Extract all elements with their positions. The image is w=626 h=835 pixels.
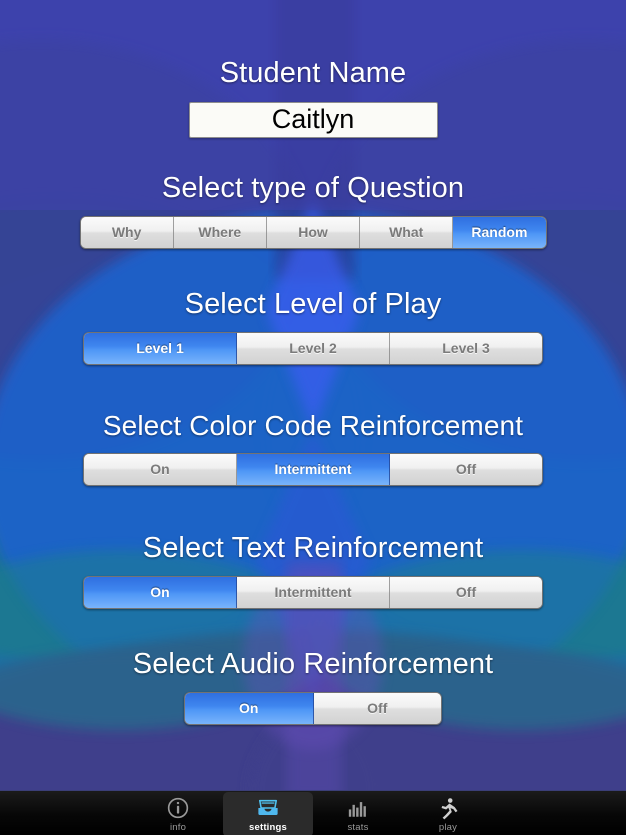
text-reinforcement-segmented-control[interactable]: On Intermittent Off xyxy=(83,575,543,609)
color-code-segmented-control[interactable]: On Intermittent Off xyxy=(83,452,543,486)
bar-chart-icon xyxy=(347,796,369,820)
tab-settings[interactable]: settings xyxy=(223,792,313,835)
section-level-of-play: Select Level of Play Level 1 Level 2 Lev… xyxy=(0,288,626,365)
section-text-reinforcement: Select Text Reinforcement On Intermitten… xyxy=(0,532,626,609)
audio-reinforcement-segmented-control[interactable]: On Off xyxy=(184,691,442,725)
audio-reinforcement-heading: Select Audio Reinforcement xyxy=(132,648,494,680)
segment-audio-on[interactable]: On xyxy=(185,692,314,724)
text-reinforcement-heading: Select Text Reinforcement xyxy=(142,532,484,564)
segment-where[interactable]: Where xyxy=(173,216,267,248)
segment-color-off[interactable]: Off xyxy=(390,453,542,485)
segment-level-1[interactable]: Level 1 xyxy=(84,332,237,364)
segment-level-2[interactable]: Level 2 xyxy=(237,332,390,364)
tab-info[interactable]: info xyxy=(133,792,223,835)
tab-play[interactable]: play xyxy=(403,792,493,835)
settings-screen: Student Name Caitlyn Select type of Ques… xyxy=(0,0,626,790)
segment-color-intermittent[interactable]: Intermittent xyxy=(237,453,390,485)
running-person-icon xyxy=(437,796,459,820)
segment-text-on[interactable]: On xyxy=(84,576,237,608)
segment-audio-off[interactable]: Off xyxy=(313,692,441,724)
tab-bar: info settings stats play xyxy=(0,790,626,835)
segment-text-intermittent[interactable]: Intermittent xyxy=(237,576,390,608)
info-circle-icon xyxy=(167,796,189,820)
student-name-field[interactable]: Caitlyn xyxy=(188,101,438,138)
section-student-name: Student Name Caitlyn xyxy=(0,57,626,138)
section-audio-reinforcement: Select Audio Reinforcement On Off xyxy=(0,648,626,725)
question-type-segmented-control[interactable]: Why Where How What Random xyxy=(79,215,547,249)
student-name-heading: Student Name xyxy=(219,57,407,89)
tab-label-settings: settings xyxy=(248,822,288,833)
segment-random[interactable]: Random xyxy=(453,216,546,248)
color-code-reinforcement-heading: Select Color Code Reinforcement xyxy=(102,410,524,441)
segment-why[interactable]: Why xyxy=(80,216,174,248)
segment-text-off[interactable]: Off xyxy=(390,576,542,608)
tab-label-play: play xyxy=(438,822,458,833)
tray-icon xyxy=(256,796,280,820)
tab-label-info: info xyxy=(169,822,187,833)
segment-how[interactable]: How xyxy=(266,216,361,248)
segment-color-on[interactable]: On xyxy=(84,453,237,485)
student-name-value: Caitlyn xyxy=(271,104,355,135)
tab-stats[interactable]: stats xyxy=(313,792,403,835)
section-color-code-reinforcement: Select Color Code Reinforcement On Inter… xyxy=(0,410,626,486)
segment-level-3[interactable]: Level 3 xyxy=(390,332,542,364)
level-of-play-segmented-control[interactable]: Level 1 Level 2 Level 3 xyxy=(83,331,543,365)
tab-label-stats: stats xyxy=(347,822,369,833)
segment-what[interactable]: What xyxy=(360,216,454,248)
level-of-play-heading: Select Level of Play xyxy=(184,288,442,320)
section-question-type: Select type of Question Why Where How Wh… xyxy=(0,172,626,249)
question-type-heading: Select type of Question xyxy=(161,172,465,204)
